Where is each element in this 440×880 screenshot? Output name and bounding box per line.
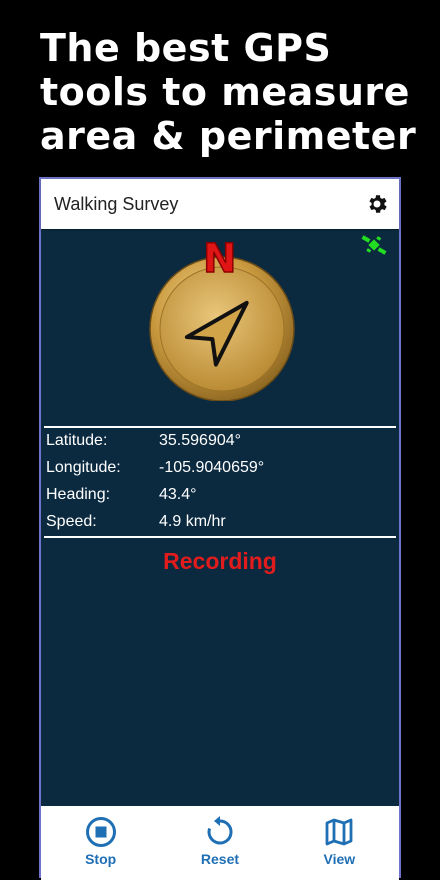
speed-label: Speed:: [46, 513, 97, 530]
promo-line-3: area & perimeter: [40, 114, 417, 158]
heading-label: Heading:: [46, 486, 111, 503]
speed-value: 4.9 km/hr: [159, 513, 226, 530]
heading-row: Heading: 43.4°: [46, 486, 386, 504]
north-marker: N: [202, 236, 237, 282]
latitude-value: 35.596904°: [159, 432, 242, 449]
speed-row: Speed: 4.9 km/hr: [46, 513, 386, 531]
view-button[interactable]: View: [294, 806, 384, 867]
reset-icon: [207, 816, 233, 845]
view-label: View: [323, 851, 356, 867]
gps-satellite-icon: [361, 235, 387, 255]
promo-line-2: tools to measure: [40, 70, 410, 114]
stop-icon: [85, 817, 116, 847]
latitude-row: Latitude: 35.596904°: [46, 432, 386, 450]
latitude-label: Latitude:: [46, 432, 108, 449]
promo-headline: The best GPS tools to measure area & per…: [40, 26, 430, 158]
recording-status: Recording: [163, 548, 277, 574]
stop-label: Stop: [85, 851, 117, 867]
longitude-value: -105.9040659°: [159, 459, 265, 476]
divider-bottom: [44, 536, 396, 538]
heading-value: 43.4°: [159, 486, 197, 503]
app-bar: Walking Survey: [41, 179, 399, 229]
divider-top: [44, 426, 396, 428]
bottom-nav: Stop Reset View: [41, 806, 399, 880]
promo-line-1: The best GPS: [40, 26, 332, 70]
stop-button[interactable]: Stop: [56, 806, 146, 867]
reset-button[interactable]: Reset: [175, 806, 265, 867]
app-title: Walking Survey: [54, 193, 179, 214]
map-icon: [325, 818, 353, 846]
app-screen: Walking Survey N Latitude: 35.596904° Lo…: [39, 177, 401, 880]
longitude-label: Longitude:: [46, 459, 121, 476]
longitude-row: Longitude: -105.9040659°: [46, 459, 386, 477]
gear-icon[interactable]: [365, 192, 389, 216]
reset-label: Reset: [200, 851, 240, 867]
